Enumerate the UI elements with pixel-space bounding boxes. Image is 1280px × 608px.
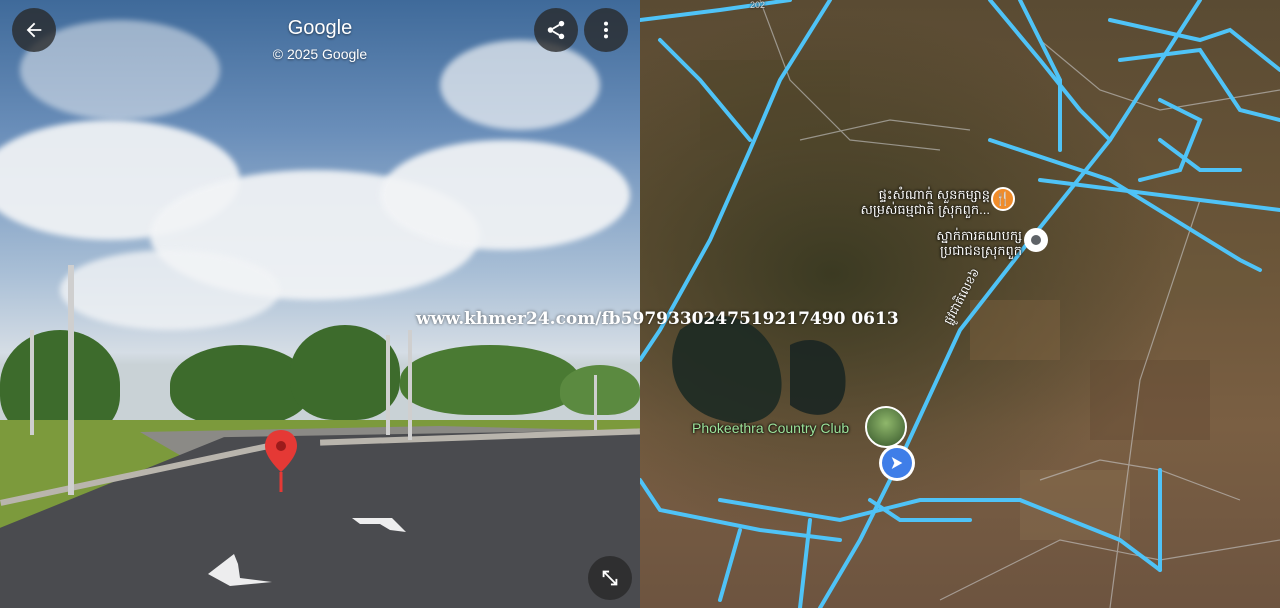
location-marker-icon [265, 430, 297, 492]
navigation-arrow-icon [891, 457, 903, 469]
street-view-panel[interactable]: Google © 2025 Google [0, 0, 640, 608]
country-club-photo[interactable] [865, 406, 907, 448]
country-club-label[interactable]: Phokeethra Country Club [692, 420, 849, 436]
place-pin-icon[interactable] [1024, 228, 1048, 252]
utility-pole [68, 265, 74, 495]
tree [170, 345, 310, 425]
copyright-label: © 2025 Google [272, 46, 368, 62]
move-forward-chevron[interactable] [350, 510, 410, 540]
poi-restaurant-name-line1: ផ្ទះសំណាក់ សួនកម្សាន្ត [878, 187, 990, 202]
poi-office-name-line1: ស្នាក់ការគណបក្ស [936, 228, 1022, 243]
poi-restaurant-label[interactable]: ផ្ទះសំណាក់ សួនកម្សាន្ត សម្រស់ធម្មជាតិ ស្… [800, 187, 990, 217]
tree [400, 345, 580, 415]
back-button[interactable] [12, 8, 56, 52]
utility-pole [30, 330, 34, 435]
utility-pole [386, 335, 390, 435]
tree [290, 325, 400, 420]
more-vertical-icon [603, 21, 609, 39]
share-icon [547, 20, 565, 40]
current-location-marker [879, 445, 915, 481]
poi-office-label[interactable]: ស្នាក់ការគណបក្ស ប្រជាជនស្រុកពួក [840, 228, 1022, 258]
cloud [440, 40, 600, 130]
road-number-label: 202 [750, 0, 766, 10]
back-arrow-icon [26, 22, 42, 38]
restaurant-icon[interactable]: 🍴 [991, 187, 1015, 211]
expand-icon [602, 570, 618, 586]
poi-office-name-line2: ប្រជាជនស្រុកពួក [939, 243, 1022, 258]
watermark-text: www.khmer24.com/fb5979330247519217490 06… [416, 309, 899, 329]
more-options-button[interactable] [584, 8, 628, 52]
utility-pole [594, 375, 597, 430]
cloud [60, 250, 280, 330]
share-button[interactable] [534, 8, 578, 52]
tree [560, 365, 640, 415]
street-view-title: Google [287, 17, 353, 39]
cloud [380, 140, 630, 250]
satellite-map[interactable]: 202 ផ្ទះសំណាក់ សួនកម្សាន្ត សម្រស់ធម្មជាត… [640, 0, 1280, 608]
move-back-chevron[interactable] [200, 550, 280, 590]
expand-button[interactable] [588, 556, 632, 600]
utility-pole [408, 330, 412, 440]
poi-restaurant-name-line2: សម្រស់ធម្មជាតិ ស្រុកពួក... [860, 202, 990, 217]
